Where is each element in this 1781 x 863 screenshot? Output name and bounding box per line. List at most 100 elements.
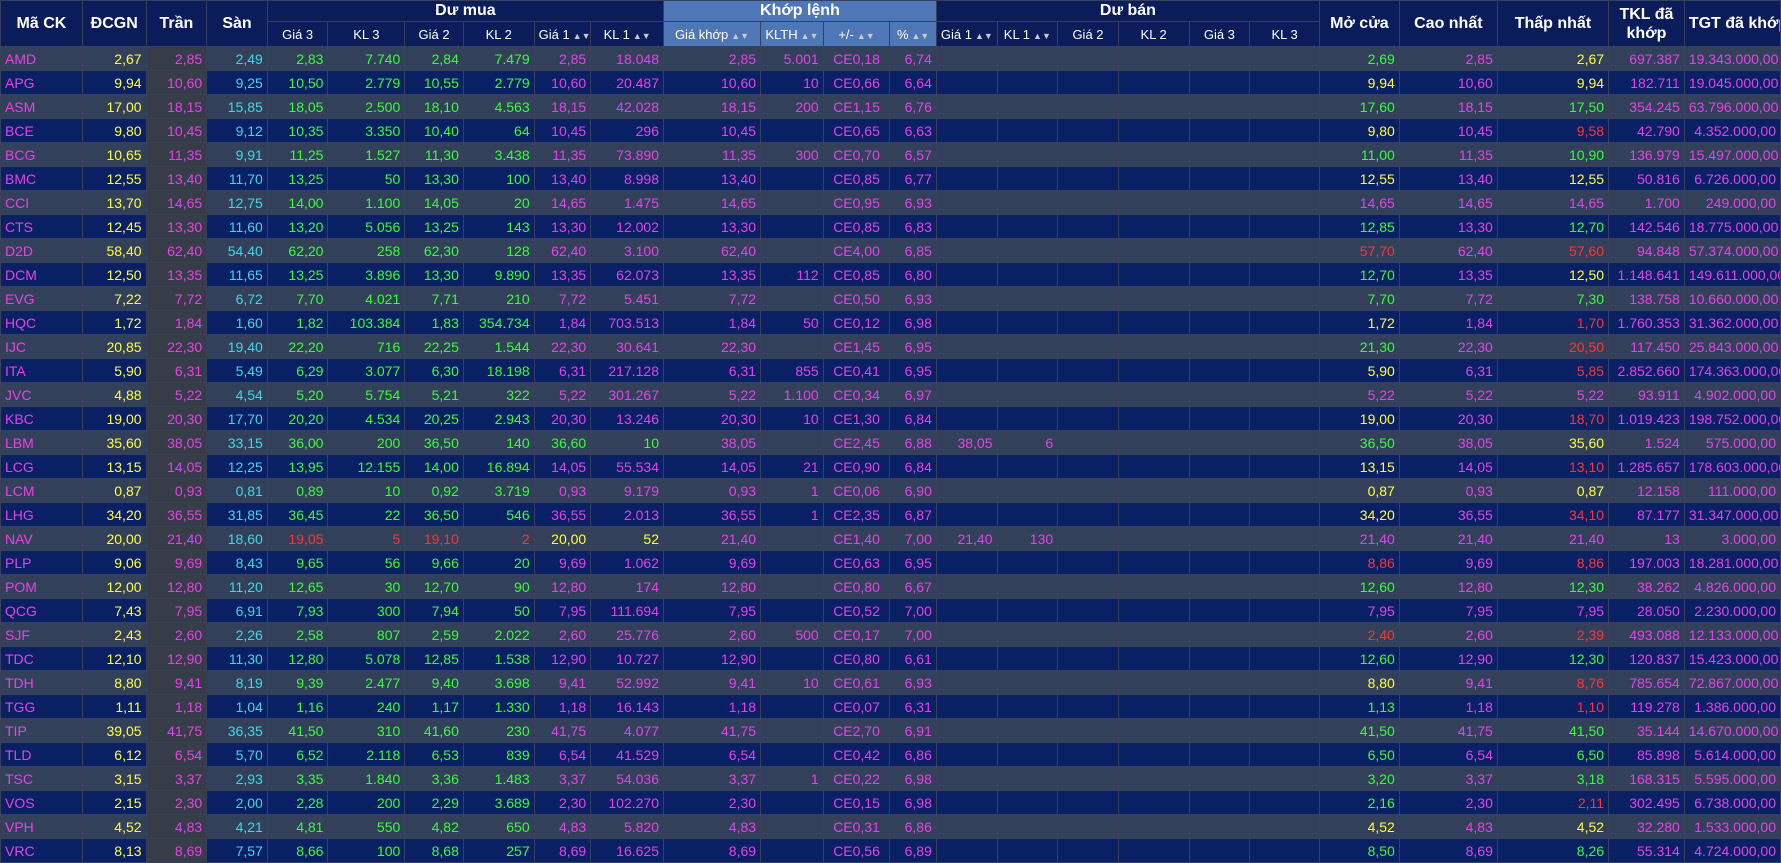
col-floor[interactable]: Sàn [206, 0, 268, 47]
table-row[interactable]: VOS 2,15 2,30 2,00 2,28 200 2,29 3.689 2,30 102.2… [0, 790, 1781, 815]
cell-symbol[interactable]: D2D [0, 238, 83, 263]
col-buy-price-1[interactable]: Giá 1 ▲▼ [533, 21, 592, 47]
cell-symbol[interactable]: LHG [0, 502, 83, 527]
table-row[interactable]: TIP 39,05 41,75 36,35 41,50 310 41,60 230 41,75 4… [0, 718, 1781, 743]
cell-symbol[interactable]: KBC [0, 406, 83, 431]
cell-symbol[interactable]: TIP [0, 718, 83, 743]
col-ref[interactable]: ĐCGN [81, 0, 147, 47]
cell-symbol[interactable]: VRC [0, 838, 83, 863]
table-row[interactable]: QCG 7,43 7,95 6,91 7,93 300 7,94 50 7,95 111.694 7… [0, 598, 1781, 623]
cell-symbol[interactable]: DCM [0, 262, 83, 287]
col-buy-vol-2[interactable]: KL 2 [462, 21, 535, 47]
table-row[interactable]: BMC 12,55 13,40 11,70 13,25 50 13,30 100 13,40 8.… [0, 166, 1781, 191]
table-row[interactable]: AMD 2,67 2,85 2,49 2,83 7.740 2,84 7.479 2,85 18.… [0, 46, 1781, 71]
cell-symbol[interactable]: NAV [0, 526, 83, 551]
cell-symbol[interactable]: VPH [0, 814, 83, 839]
sort-icon[interactable]: ▲▼ [1033, 31, 1051, 41]
table-row[interactable]: DCM 12,50 13,35 11,65 13,25 3.896 13,30 9.890 13… [0, 262, 1781, 287]
cell-symbol[interactable]: SJF [0, 622, 83, 647]
sort-icon[interactable]: ▲▼ [573, 31, 590, 41]
col-match-vol[interactable]: KLTH ▲▼ [760, 21, 824, 47]
table-row[interactable]: LCG 13,15 14,05 12,25 13,95 12.155 14,00 16.894… [0, 454, 1781, 479]
cell-symbol[interactable]: BCG [0, 142, 83, 167]
sort-icon[interactable]: ▲▼ [801, 31, 819, 41]
col-buy-vol-3[interactable]: KL 3 [327, 21, 406, 47]
cell-symbol[interactable]: APG [0, 70, 83, 95]
col-low[interactable]: Thấp nhất [1496, 0, 1610, 47]
table-row[interactable]: CCI 13,70 14,65 12,75 14,00 1.100 14,05 20 14,65… [0, 190, 1781, 215]
col-ceil[interactable]: Trần [145, 0, 208, 47]
col-high[interactable]: Cao nhất [1398, 0, 1498, 47]
table-row[interactable]: LHG 34,20 36,55 31,85 36,45 22 36,50 546 36,55 2.… [0, 502, 1781, 527]
cell-symbol[interactable]: ITA [0, 358, 83, 383]
col-buy-price-2[interactable]: Giá 2 [404, 21, 464, 47]
table-row[interactable]: VRC 8,13 8,69 7,57 8,66 100 8,68 257 8,69 16.625 8… [0, 838, 1781, 863]
cell-symbol[interactable]: TLD [0, 742, 83, 767]
table-row[interactable]: BCE 9,80 10,45 9,12 10,35 3.350 10,40 64 10,45 29… [0, 118, 1781, 143]
cell-symbol[interactable]: LCG [0, 454, 83, 479]
table-row[interactable]: ITA 5,90 6,31 5,49 6,29 3.077 6,30 18.198 6,31 21… [0, 358, 1781, 383]
table-row[interactable]: LBM 35,60 38,05 33,15 36,00 200 36,50 140 36,60 1… [0, 430, 1781, 455]
col-change[interactable]: +/- ▲▼ [822, 21, 891, 47]
col-value[interactable]: TGT đã khớp [1683, 0, 1781, 47]
table-row[interactable]: CTS 12,45 13,30 11,60 13,20 5.056 13,25 143 13,3… [0, 214, 1781, 239]
table-row[interactable]: TLD 6,12 6,54 5,70 6,52 2.118 6,53 839 6,54 41.52… [0, 742, 1781, 767]
sort-icon[interactable]: ▲▼ [731, 31, 749, 41]
cell-symbol[interactable]: AMD [0, 46, 83, 71]
table-row[interactable]: LCM 0,87 0,93 0,81 0,89 10 0,92 3.719 0,93 9.179 0… [0, 478, 1781, 503]
col-sell-price-3[interactable]: Giá 3 [1188, 21, 1251, 47]
table-row[interactable]: NAV 20,00 21,40 18,60 19,05 5 19,10 2 20,00 52 21,… [0, 526, 1781, 551]
sort-icon[interactable]: ▲▼ [857, 31, 875, 41]
cell-symbol[interactable]: CCI [0, 190, 83, 215]
cell-symbol[interactable]: POM [0, 574, 83, 599]
table-row[interactable]: SJF 2,43 2,60 2,26 2,58 807 2,59 2.022 2,60 25.77… [0, 622, 1781, 647]
cell-symbol[interactable]: HQC [0, 310, 83, 335]
col-volume[interactable]: TKL đã khớp [1608, 0, 1685, 47]
cell-symbol[interactable]: IJC [0, 334, 83, 359]
table-row[interactable]: IJC 20,85 22,30 19,40 22,20 716 22,25 1.544 22,3… [0, 334, 1781, 359]
col-sell-price-1[interactable]: Giá 1 ▲▼ [935, 21, 998, 47]
cell-symbol[interactable]: TDH [0, 670, 83, 695]
cell-symbol[interactable]: EVG [0, 286, 83, 311]
table-row[interactable]: EVG 7,22 7,72 6,72 7,70 4.021 7,71 210 7,72 5.451… [0, 286, 1781, 311]
cell-symbol[interactable]: VOS [0, 790, 83, 815]
table-row[interactable]: BCG 10,65 11,35 9,91 11,25 1.527 11,30 3.438 11,… [0, 142, 1781, 167]
col-sell-vol-2[interactable]: KL 2 [1117, 21, 1190, 47]
sort-icon[interactable]: ▲▼ [633, 31, 651, 41]
table-row[interactable]: TDC 12,10 12,90 11,30 12,80 5.078 12,85 1.538 12… [0, 646, 1781, 671]
cell-symbol[interactable]: BCE [0, 118, 83, 143]
sort-icon[interactable]: ▲▼ [912, 31, 930, 41]
table-row[interactable]: TDH 8,80 9,41 8,19 9,39 2.477 9,40 3.698 9,41 52.… [0, 670, 1781, 695]
col-change-pct[interactable]: % ▲▼ [889, 21, 937, 47]
cell-symbol[interactable]: JVC [0, 382, 83, 407]
table-row[interactable]: APG 9,94 10,60 9,25 10,50 2.779 10,55 2.779 10,6… [0, 70, 1781, 95]
table-row[interactable]: VPH 4,52 4,83 4,21 4,81 550 4,82 650 4,83 5.820 4,… [0, 814, 1781, 839]
col-match-price[interactable]: Giá khớp ▲▼ [662, 21, 762, 47]
col-sell-price-2[interactable]: Giá 2 [1057, 21, 1119, 47]
table-row[interactable]: TGG 1,11 1,18 1,04 1,16 240 1,17 1.330 1,18 16.14… [0, 694, 1781, 719]
cell-symbol[interactable]: LCM [0, 478, 83, 503]
table-row[interactable]: D2D 58,40 62,40 54,40 62,20 258 62,30 128 62,40 3… [0, 238, 1781, 263]
table-row[interactable]: TSC 3,15 3,37 2,93 3,35 1.840 3,36 1.483 3,37 54.… [0, 766, 1781, 791]
col-buy-vol-1[interactable]: KL 1 ▲▼ [590, 21, 664, 47]
cell-symbol[interactable]: TSC [0, 766, 83, 791]
table-row[interactable]: PLP 9,06 9,69 8,43 9,65 56 9,66 20 9,69 1.062 9,69… [0, 550, 1781, 575]
col-sell-vol-1[interactable]: KL 1 ▲▼ [996, 21, 1059, 47]
sort-icon[interactable]: ▲▼ [975, 31, 993, 41]
table-row[interactable]: KBC 19,00 20,30 17,70 20,20 4.534 20,25 2.943 20… [0, 406, 1781, 431]
table-row[interactable]: JVC 4,88 5,22 4,54 5,20 5.754 5,21 322 5,22 301.2… [0, 382, 1781, 407]
table-row[interactable]: POM 12,00 12,80 11,20 12,65 30 12,70 90 12,80 174… [0, 574, 1781, 599]
col-buy-price-3[interactable]: Giá 3 [266, 21, 329, 47]
col-open[interactable]: Mở cửa [1318, 0, 1400, 47]
cell-symbol[interactable]: QCG [0, 598, 83, 623]
cell-symbol[interactable]: ASM [0, 94, 83, 119]
table-row[interactable]: ASM 17,00 18,15 15,85 18,05 2.500 18,10 4.563 18… [0, 94, 1781, 119]
cell-symbol[interactable]: BMC [0, 166, 83, 191]
table-row[interactable]: HQC 1,72 1,84 1,60 1,82 103.384 1,83 354.734 1,8… [0, 310, 1781, 335]
cell-symbol[interactable]: TDC [0, 646, 83, 671]
cell-symbol[interactable]: LBM [0, 430, 83, 455]
cell-symbol[interactable]: TGG [0, 694, 83, 719]
col-symbol[interactable]: Mã CK [0, 0, 83, 47]
cell-symbol[interactable]: CTS [0, 214, 83, 239]
col-sell-vol-3[interactable]: KL 3 [1249, 21, 1320, 47]
